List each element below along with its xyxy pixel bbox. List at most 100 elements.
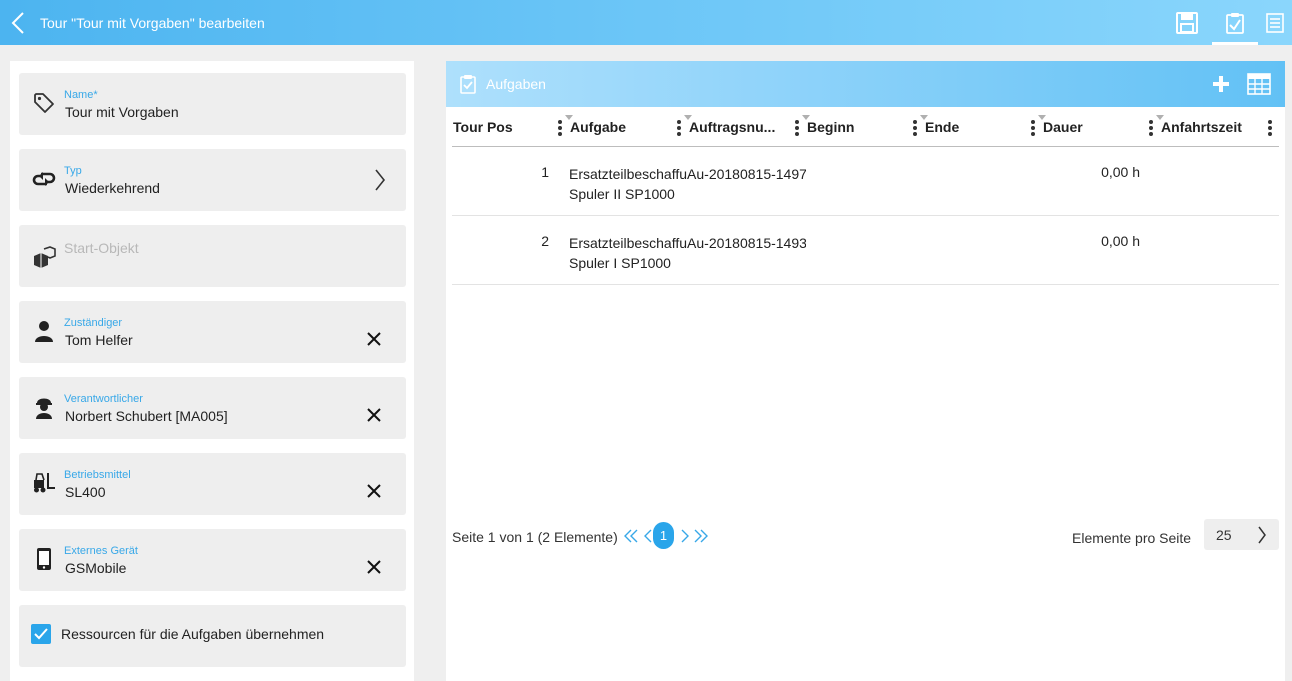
add-task-button[interactable] xyxy=(1205,69,1237,99)
task-description: Spuler II SP1000 xyxy=(569,186,675,202)
column-header-label: Ende xyxy=(925,119,960,135)
clipboard-check-icon xyxy=(459,74,477,94)
cell-aufgabe: ErsatzteilbeschaffuAu-20180815-1493 Spul… xyxy=(569,216,806,284)
cell-dauer: 0,00 h xyxy=(1101,164,1140,180)
pager: Seite 1 von 1 (2 Elemente) 1 Elemente pr… xyxy=(452,519,1279,552)
worker-icon xyxy=(32,395,56,419)
typ-open-button[interactable] xyxy=(366,166,394,194)
betriebsmittel-value: SL400 xyxy=(65,484,106,500)
header-actions xyxy=(1162,0,1292,45)
last-page-button[interactable] xyxy=(692,526,710,546)
cell-ende xyxy=(924,216,1042,284)
externes-geraet-field[interactable]: Externes Gerät GSMobile xyxy=(19,529,406,591)
externes-geraet-label: Externes Gerät xyxy=(64,545,138,557)
column-header-auftragsnummer[interactable]: Auftragsnu... xyxy=(684,107,806,147)
plus-icon xyxy=(1213,76,1229,92)
cell-anfahrtszeit xyxy=(1160,147,1279,215)
tasks-grid: Tour Pos Aufgabe Auftragsnu... Beginn En xyxy=(452,107,1279,285)
zustaendiger-field[interactable]: Zuständiger Tom Helfer xyxy=(19,301,406,363)
name-label: Name* xyxy=(64,89,98,101)
cell-ende xyxy=(924,147,1042,215)
column-menu-icon[interactable] xyxy=(1146,119,1156,137)
checkmark-icon xyxy=(34,628,48,640)
ressourcen-checkbox[interactable] xyxy=(31,624,51,644)
column-header-anfahrtszeit[interactable]: Anfahrtszeit xyxy=(1156,107,1279,147)
tasks-panel-actions xyxy=(1205,69,1275,99)
task-number: ErsatzteilbeschaffuAu-20180815-1493 xyxy=(569,235,806,251)
close-icon xyxy=(367,560,381,574)
column-header-label: Beginn xyxy=(807,119,855,135)
current-page-button[interactable]: 1 xyxy=(653,522,674,549)
double-chevron-right-icon xyxy=(694,529,708,543)
sort-indicator-icon xyxy=(920,115,928,120)
column-header-ende[interactable]: Ende xyxy=(920,107,1042,147)
close-icon xyxy=(367,484,381,498)
tasks-panel: Aufgaben Tour Pos Aufgabe Auftragsnu... … xyxy=(446,61,1285,681)
typ-field[interactable]: Typ Wiederkehrend xyxy=(19,149,406,211)
column-header-dauer[interactable]: Dauer xyxy=(1038,107,1160,147)
ressourcen-label: Ressourcen für die Aufgaben übernehmen xyxy=(61,626,325,642)
zustaendiger-label: Zuständiger xyxy=(64,317,123,329)
column-header-pos[interactable]: Tour Pos xyxy=(452,107,569,147)
sort-indicator-icon xyxy=(1038,115,1046,120)
sort-indicator-icon xyxy=(684,115,692,120)
column-header-label: Dauer xyxy=(1043,119,1083,135)
cell-pos: 2 xyxy=(541,233,549,249)
column-menu-icon[interactable] xyxy=(674,119,684,137)
verantwortlicher-field[interactable]: Verantwortlicher Norbert Schubert [MA005… xyxy=(19,377,406,439)
tab-tasks[interactable] xyxy=(1212,0,1258,45)
sort-indicator-icon xyxy=(565,115,573,120)
start-object-placeholder: Start-Objekt xyxy=(64,240,139,256)
table-row[interactable]: 2 ErsatzteilbeschaffuAu-20180815-1493 Sp… xyxy=(452,216,1279,285)
ressourcen-field: Ressourcen für die Aufgaben übernehmen xyxy=(19,605,406,667)
column-menu-icon[interactable] xyxy=(1265,119,1275,137)
chevron-left-icon xyxy=(11,11,24,34)
tasks-panel-header: Aufgaben xyxy=(446,61,1285,107)
tab-details[interactable] xyxy=(1258,0,1292,45)
verantwortlicher-clear-button[interactable] xyxy=(360,401,388,429)
list-form-icon xyxy=(1266,12,1284,33)
sort-indicator-icon xyxy=(1156,115,1164,120)
column-menu-icon[interactable] xyxy=(1028,119,1038,137)
first-page-button[interactable] xyxy=(622,526,640,546)
grid-header-row: Tour Pos Aufgabe Auftragsnu... Beginn En xyxy=(452,107,1279,147)
cell-aufgabe: ErsatzteilbeschaffuAu-20180815-1497 Spul… xyxy=(569,147,806,215)
table-row[interactable]: 1 ErsatzteilbeschaffuAu-20180815-1497 Sp… xyxy=(452,147,1279,216)
typ-label: Typ xyxy=(64,165,82,177)
chevron-right-icon xyxy=(375,169,386,191)
forklift-icon xyxy=(32,471,56,495)
column-menu-icon[interactable] xyxy=(792,119,802,137)
cell-dauer: 0,00 h xyxy=(1101,233,1140,249)
save-button[interactable] xyxy=(1162,0,1212,45)
externes-geraet-clear-button[interactable] xyxy=(360,553,388,581)
zustaendiger-clear-button[interactable] xyxy=(360,325,388,353)
verantwortlicher-label: Verantwortlicher xyxy=(64,393,143,405)
pager-info: Seite 1 von 1 (2 Elemente) xyxy=(452,529,618,545)
cell-anfahrtszeit xyxy=(1160,216,1279,284)
tasks-panel-title: Aufgaben xyxy=(486,76,546,92)
chevron-left-icon xyxy=(644,529,652,543)
double-chevron-left-icon xyxy=(624,529,638,543)
column-header-aufgabe[interactable]: Aufgabe xyxy=(565,107,688,147)
page-size-label: Elemente pro Seite xyxy=(1072,530,1192,546)
chevron-right-icon xyxy=(681,529,689,543)
app-header: Tour "Tour mit Vorgaben" bearbeiten xyxy=(0,0,1292,45)
page-size-select[interactable]: 25 xyxy=(1204,519,1279,550)
start-object-field[interactable]: Start-Objekt xyxy=(19,225,406,287)
column-header-label: Anfahrtszeit xyxy=(1161,119,1242,135)
column-chooser-button[interactable] xyxy=(1243,69,1275,99)
table-grid-icon xyxy=(1247,73,1271,95)
column-menu-icon[interactable] xyxy=(555,119,565,137)
column-header-label: Auftragsnu... xyxy=(689,119,776,135)
page-title: Tour "Tour mit Vorgaben" bearbeiten xyxy=(40,14,265,31)
back-button[interactable] xyxy=(0,0,36,45)
column-header-beginn[interactable]: Beginn xyxy=(802,107,924,147)
name-field[interactable]: Name* Tour mit Vorgaben xyxy=(19,73,406,135)
betriebsmittel-field[interactable]: Betriebsmittel SL400 xyxy=(19,453,406,515)
task-description: Spuler I SP1000 xyxy=(569,255,671,271)
cell-beginn xyxy=(806,216,924,284)
betriebsmittel-clear-button[interactable] xyxy=(360,477,388,505)
close-icon xyxy=(367,408,381,422)
column-menu-icon[interactable] xyxy=(910,119,920,137)
verantwortlicher-value: Norbert Schubert [MA005] xyxy=(65,408,228,424)
